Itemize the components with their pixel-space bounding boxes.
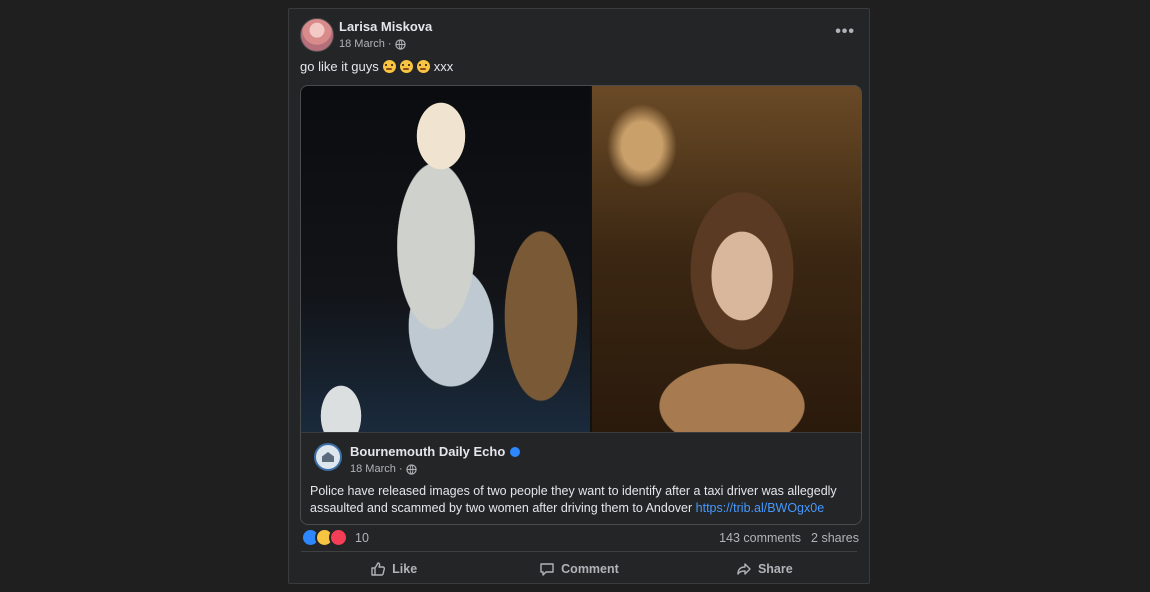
link-url[interactable]: https://trib.al/BWOgx0e	[696, 501, 825, 515]
post-caption: go like it guys xxx	[300, 59, 453, 74]
reaction-count[interactable]: 10	[355, 531, 369, 545]
verified-badge-icon	[510, 446, 521, 457]
page-name-row: Bournemouth Daily Echo	[350, 444, 521, 459]
page-avatar[interactable]	[314, 443, 342, 471]
comment-button[interactable]: Comment	[486, 556, 671, 582]
meta-separator: ·	[398, 463, 403, 475]
shared-post-date[interactable]: 18 March	[350, 463, 396, 475]
shared-post-meta: 18 March ·	[350, 463, 417, 475]
flushed-emoji-icon	[399, 60, 413, 73]
flushed-emoji-icon	[416, 60, 430, 73]
author-avatar[interactable]	[300, 18, 334, 52]
comment-icon	[540, 563, 554, 576]
author-name[interactable]: Larisa Miskova	[339, 19, 432, 34]
link-description: Police have released images of two peopl…	[310, 483, 850, 517]
thumbs-up-icon	[371, 562, 386, 576]
like-button[interactable]: Like	[301, 556, 486, 582]
flushed-emoji-icon	[382, 60, 396, 73]
share-button[interactable]: Share	[672, 556, 857, 582]
post-meta: 18 March ·	[339, 38, 406, 50]
globe-icon	[405, 463, 417, 475]
caption-text: go like it guys	[300, 59, 379, 74]
post-date[interactable]: 18 March	[339, 38, 385, 50]
engagement-stats: 143 comments 2 shares	[719, 531, 859, 545]
reactions-summary[interactable]: 10	[301, 528, 369, 547]
caption-suffix: xxx	[433, 59, 454, 74]
comment-label: Comment	[561, 562, 619, 576]
facebook-post: Larisa Miskova 18 March · ••• go like it…	[288, 8, 870, 584]
link-preview[interactable]: Bournemouth Daily Echo 18 March · Police…	[301, 432, 861, 524]
more-options-button[interactable]: •••	[835, 23, 855, 41]
meta-separator: ·	[387, 38, 392, 50]
share-arrow-icon	[737, 563, 751, 575]
post-actions: Like Comment Share	[301, 556, 857, 582]
love-reaction-icon	[329, 528, 348, 547]
suspect-photo-left[interactable]	[301, 86, 590, 432]
share-label: Share	[757, 562, 793, 576]
globe-icon	[394, 38, 406, 50]
page-name[interactable]: Bournemouth Daily Echo	[350, 444, 505, 459]
shares-count[interactable]: 2 shares	[811, 531, 859, 545]
actions-divider	[301, 551, 857, 552]
like-label: Like	[392, 562, 418, 576]
shared-link-card[interactable]: Bournemouth Daily Echo 18 March · Police…	[300, 85, 862, 525]
suspect-photo-right[interactable]	[592, 86, 861, 432]
comments-count[interactable]: 143 comments	[719, 531, 801, 545]
